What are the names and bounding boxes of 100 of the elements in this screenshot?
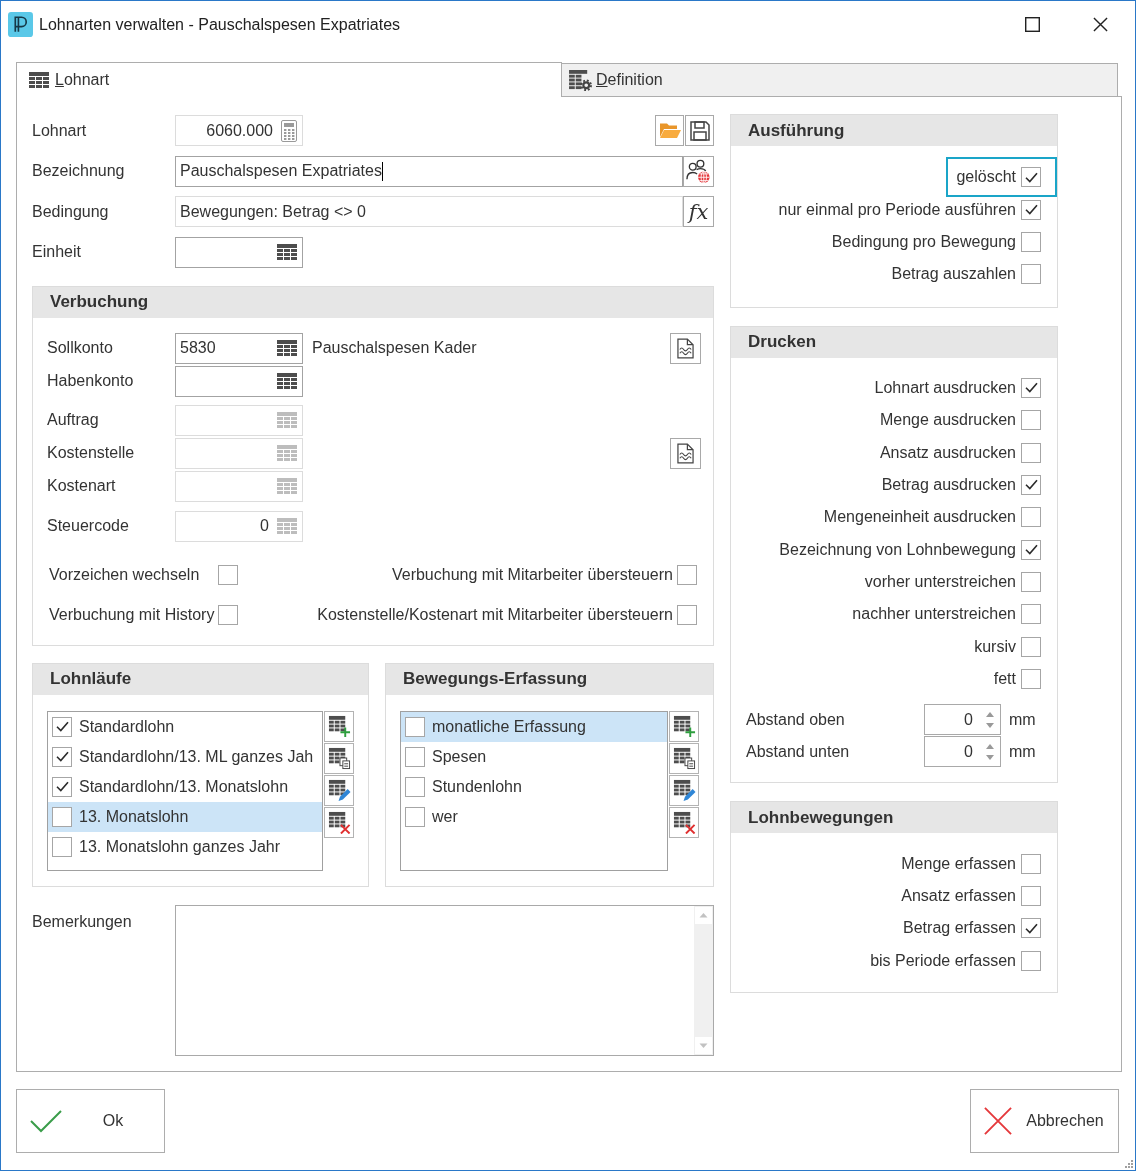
spin-up-icon[interactable] [986, 711, 994, 717]
ok-button[interactable]: Ok [16, 1089, 165, 1153]
calculator-icon[interactable] [281, 119, 297, 142]
save-button[interactable] [685, 115, 714, 146]
checkbox[interactable] [1021, 264, 1041, 285]
field-label: Steuercode [47, 517, 130, 535]
copy-button[interactable] [324, 742, 354, 774]
checkbox[interactable] [1021, 853, 1041, 874]
copy-button[interactable] [669, 742, 699, 774]
checkmark-icon [30, 1109, 62, 1133]
checkbox[interactable] [1021, 572, 1041, 593]
option-label: vorher unterstreichen [864, 573, 1016, 592]
edit-button[interactable] [669, 774, 699, 806]
checkbox[interactable] [52, 776, 72, 797]
section-header: Verbuchung [33, 286, 713, 318]
checkbox[interactable] [1021, 231, 1041, 252]
table-icon[interactable] [29, 71, 49, 89]
option-label: Bezeichnung von Lohnbewegung [779, 540, 1016, 559]
checkmark-icon [1024, 544, 1038, 556]
checkbox[interactable] [1021, 669, 1041, 690]
delete-button[interactable] [669, 806, 699, 838]
option-label: nur einmal pro Periode ausführen [778, 200, 1016, 219]
checkbox[interactable] [1021, 474, 1041, 495]
checkbox[interactable] [1021, 507, 1041, 528]
input-field[interactable]: Pauschalspesen Expatriates [175, 155, 683, 187]
list-item[interactable]: wer [401, 801, 667, 832]
checkbox[interactable] [52, 836, 72, 857]
list-item[interactable]: 13. Monatslohn ganzes Jahr [48, 831, 322, 862]
checkbox[interactable] [52, 746, 72, 767]
input-field[interactable] [175, 365, 303, 397]
table-pencil-icon [327, 778, 351, 802]
scrollbar[interactable] [694, 905, 713, 1055]
table-icon[interactable] [277, 372, 297, 390]
cancel-button[interactable]: Abbrechen [970, 1089, 1119, 1153]
checkbox[interactable] [218, 604, 239, 625]
resize-grip-icon[interactable] [1124, 1159, 1133, 1168]
checkbox[interactable] [218, 564, 239, 585]
checkbox[interactable] [1021, 604, 1041, 625]
checkbox[interactable] [677, 564, 697, 585]
spin-down-icon[interactable] [986, 722, 994, 728]
table-icon[interactable] [277, 339, 297, 357]
tab[interactable]: Lohnart [16, 62, 562, 97]
spin-field[interactable]: 0 [924, 704, 1001, 736]
option-label: Ansatz erfassen [901, 887, 1016, 906]
field-label: Bemerkungen [32, 911, 133, 932]
input-field[interactable]: Bewegungen: Betrag <> 0 [175, 196, 683, 227]
checkbox[interactable] [405, 716, 425, 737]
checkbox[interactable] [1021, 886, 1041, 907]
checkbox[interactable] [405, 776, 425, 797]
input-field[interactable]: 5830 [175, 332, 303, 364]
add-button[interactable] [324, 710, 354, 742]
edit-button[interactable] [324, 774, 354, 806]
checkbox[interactable] [52, 806, 72, 827]
tab[interactable]: Definition [562, 63, 1118, 96]
checkbox[interactable] [1021, 410, 1041, 431]
checkbox[interactable] [1021, 199, 1041, 220]
spin-field[interactable]: 0 [924, 736, 1001, 768]
table-icon[interactable] [277, 243, 297, 261]
list-item[interactable]: Standardlohn/13. Monatslohn [48, 771, 322, 802]
checkbox[interactable] [1021, 918, 1041, 939]
checkmark-icon [55, 781, 69, 792]
option-label: Kostenstelle/Kostenart mit Mitarbeiter übersteuern [317, 605, 673, 624]
list-item[interactable]: Standardlohn/13. ML ganzes Jah [48, 741, 322, 772]
spin-up-icon[interactable] [986, 743, 994, 749]
list-item[interactable]: Stundenlohn [401, 771, 667, 802]
input-field[interactable] [175, 236, 303, 268]
document-button[interactable] [670, 332, 701, 364]
checkbox[interactable] [405, 806, 425, 827]
checkbox[interactable] [1021, 377, 1041, 398]
field-label: Sollkonto [47, 339, 114, 357]
app-logo-icon [8, 12, 33, 37]
scroll-down-icon[interactable] [695, 1036, 712, 1054]
option-label: Lohnart ausdrucken [874, 378, 1016, 397]
input-field[interactable]: 6060.000 [175, 115, 303, 146]
close-icon[interactable] [1093, 17, 1108, 32]
checkbox[interactable] [405, 746, 425, 767]
delete-button[interactable] [324, 806, 354, 838]
folder-icon [658, 122, 681, 139]
checkbox[interactable] [1021, 539, 1041, 560]
list-item[interactable]: monatliche Erfassung [401, 711, 667, 742]
add-button[interactable] [669, 710, 699, 742]
users-globe-button[interactable] [683, 155, 714, 187]
checkbox[interactable] [1021, 167, 1041, 188]
list-item[interactable]: Spesen [401, 741, 667, 772]
formula-button[interactable]: fx [683, 196, 714, 227]
spin-down-icon[interactable] [986, 754, 994, 760]
list-item[interactable]: Standardlohn [48, 711, 322, 742]
option-label: nachher unterstreichen [852, 605, 1016, 624]
table-gear-icon [569, 69, 592, 91]
option-label: Verbuchung mit Mitarbeiter übersteuern [391, 565, 673, 584]
checkbox[interactable] [1021, 636, 1041, 657]
option-label: Ansatz ausdrucken [879, 443, 1016, 462]
list-item[interactable]: 13. Monatslohn [48, 801, 322, 832]
document-icon [677, 337, 694, 359]
maximize-icon[interactable] [1025, 17, 1040, 32]
checkbox[interactable] [1021, 950, 1041, 971]
checkbox[interactable] [52, 716, 72, 737]
checkbox[interactable] [677, 604, 697, 625]
scroll-up-icon[interactable] [695, 906, 712, 924]
checkbox[interactable] [1021, 442, 1041, 463]
